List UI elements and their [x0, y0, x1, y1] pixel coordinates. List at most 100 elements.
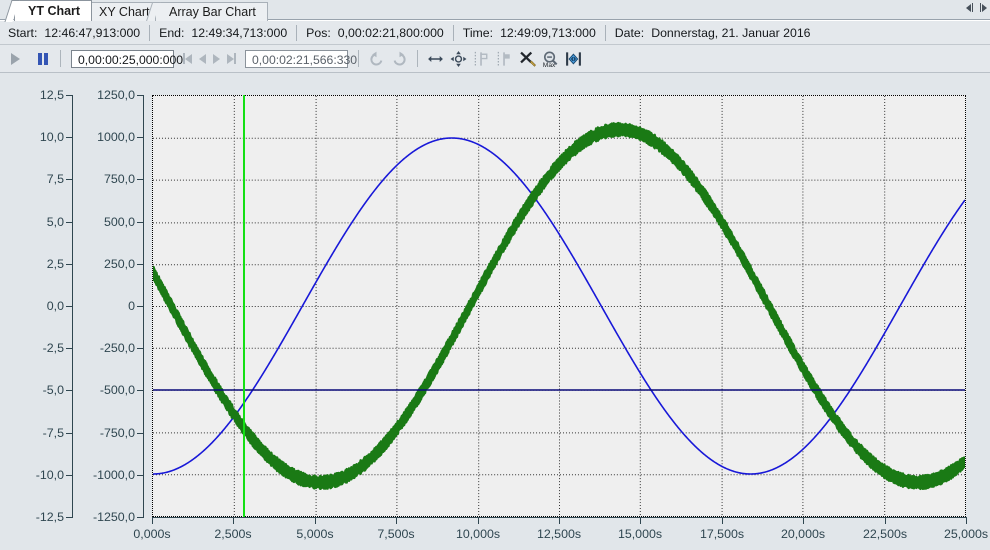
x-axis-label: 10,000s	[455, 527, 501, 541]
y-axis-label: 750,0	[103, 172, 135, 186]
y-tick	[137, 137, 144, 138]
zoom-horizontal-button[interactable]	[426, 49, 445, 68]
info-date-label: Date:	[614, 25, 645, 40]
pan-button[interactable]	[449, 49, 468, 68]
info-divider	[452, 24, 454, 41]
y-tick	[137, 348, 144, 349]
x-tick	[559, 517, 560, 524]
y-axis-label: -5,0	[42, 383, 64, 397]
x-axis-label: 7,500s	[377, 527, 415, 541]
x-tick	[803, 517, 804, 524]
info-pos: Pos: 0,00:02:21,800:000	[306, 26, 444, 40]
pause-icon	[37, 52, 48, 65]
scroll-left-icon[interactable]	[966, 3, 973, 12]
toolbar-divider	[417, 50, 418, 67]
time-cursor-line[interactable]	[243, 95, 245, 517]
x-tick	[152, 517, 153, 524]
x-tick	[315, 517, 316, 524]
x-tick	[885, 517, 886, 524]
y-axis-label: -500,0	[99, 383, 135, 397]
y-axis-label: -1000,0	[92, 468, 135, 482]
y-tick	[137, 433, 144, 434]
zoom-horizontal-icon	[428, 55, 443, 62]
tab-yt-chart-label: YT Chart	[28, 4, 81, 18]
info-time-value: 12:49:09,713:000	[500, 25, 596, 40]
chart-region[interactable]: 12,5 10,0 7,5 5,0 2,5 0,0 -2,5 -5,0 -7,5 -10,0 -12…	[0, 73, 990, 550]
time-range-input[interactable]: 0,00:00:25,000:000	[71, 49, 183, 68]
redo-rotate-cw-icon	[393, 51, 406, 65]
info-pos-value: 0,00:02:21,800:000	[337, 25, 444, 40]
x-axis-label: 22,500s	[862, 527, 908, 541]
plot-canvas	[153, 96, 965, 516]
y-axis-label: 1250,0	[97, 88, 135, 102]
info-time-label: Time:	[462, 25, 494, 40]
info-end: End: 12:49:34,713:000	[159, 26, 287, 40]
info-start: Start: 12:46:47,913:000	[8, 26, 140, 40]
x-axis-label: 17,500s	[699, 527, 745, 541]
y-tick	[137, 179, 144, 180]
info-bar: Start: 12:46:47,913:000 End: 12:49:34,71…	[0, 21, 990, 45]
x-axis-label: 20,000s	[780, 527, 826, 541]
y-axis-label: -7,5	[42, 426, 64, 440]
step-forward-icon[interactable]	[213, 53, 220, 64]
clear-markers-button[interactable]	[518, 49, 537, 68]
tab-scroll-buttons	[966, 3, 987, 12]
position-input[interactable]: 0,00:02:21,566:330	[245, 49, 357, 68]
x-axis-label: 15,000s	[617, 527, 663, 541]
redo-zoom-button[interactable]	[390, 49, 409, 68]
toolbar-divider	[60, 50, 61, 67]
cursor-marker-2-icon	[497, 51, 510, 66]
x-axis-label: 12,500s	[536, 527, 582, 541]
cursor-marker-1-button[interactable]	[472, 49, 491, 68]
info-date: Date: Donnerstag, 21. Januar 2016	[615, 26, 811, 40]
cursor-marker-1-icon	[474, 51, 488, 66]
y-axis-label: -250,0	[99, 341, 135, 355]
info-date-value: Donnerstag, 21. Januar 2016	[651, 25, 811, 40]
navigation-buttons	[183, 53, 236, 64]
x-tick	[966, 517, 967, 524]
info-divider	[296, 24, 298, 41]
tab-array-bar-chart[interactable]: Array Bar Chart	[155, 2, 268, 21]
x-axis-label: 2,500s	[214, 527, 252, 541]
undo-zoom-button[interactable]	[367, 49, 386, 68]
info-end-label: End:	[159, 25, 185, 40]
y-axis-label: -1250,0	[92, 510, 135, 524]
skip-to-last-icon[interactable]	[227, 53, 236, 64]
y-tick	[137, 475, 144, 476]
y-axis-label: 500,0	[103, 215, 135, 229]
fit-to-width-icon	[566, 51, 581, 66]
cursor-marker-2-button[interactable]	[495, 49, 514, 68]
scroll-right-icon[interactable]	[980, 3, 987, 12]
yt-chart-window: YT Chart XY Chart Array Bar Chart Start:…	[0, 0, 990, 550]
y-tick	[137, 517, 144, 518]
x-tick	[233, 517, 234, 524]
y-axis-label: 7,5	[46, 172, 64, 186]
play-icon	[11, 52, 20, 65]
y-axis-label: 250,0	[103, 257, 135, 271]
info-start-label: Start:	[8, 25, 38, 40]
y-tick	[137, 95, 144, 96]
y-axis-label: -750,0	[99, 426, 135, 440]
tab-yt-chart[interactable]: YT Chart	[14, 0, 93, 21]
skip-to-first-icon[interactable]	[183, 53, 192, 64]
y-axis-label: 0,0	[46, 299, 64, 313]
y-axis-label: 5,0	[46, 215, 64, 229]
y-tick	[137, 222, 144, 223]
info-end-value: 12:49:34,713:000	[191, 25, 288, 40]
y-tick	[137, 306, 144, 307]
pause-button[interactable]	[33, 49, 52, 68]
y-axis-label: 0	[128, 299, 135, 313]
info-time: Time: 12:49:09,713:000	[463, 26, 596, 40]
plot-area[interactable]	[152, 95, 966, 517]
y-axis-label: -10,0	[35, 468, 64, 482]
play-button[interactable]	[6, 49, 25, 68]
x-axis-label: 5,000s	[296, 527, 334, 541]
y-axis-label: 2,5	[46, 257, 64, 271]
fit-to-width-button[interactable]	[564, 49, 583, 68]
info-start-value: 12:46:47,913:000	[44, 25, 141, 40]
zoom-max-button[interactable]: Max	[541, 49, 560, 69]
y-axis-label: 12,5	[39, 88, 64, 102]
step-back-icon[interactable]	[199, 53, 206, 64]
x-axis-label: 25,000s	[943, 527, 989, 541]
x-axis-label: 0,000s	[133, 527, 171, 541]
